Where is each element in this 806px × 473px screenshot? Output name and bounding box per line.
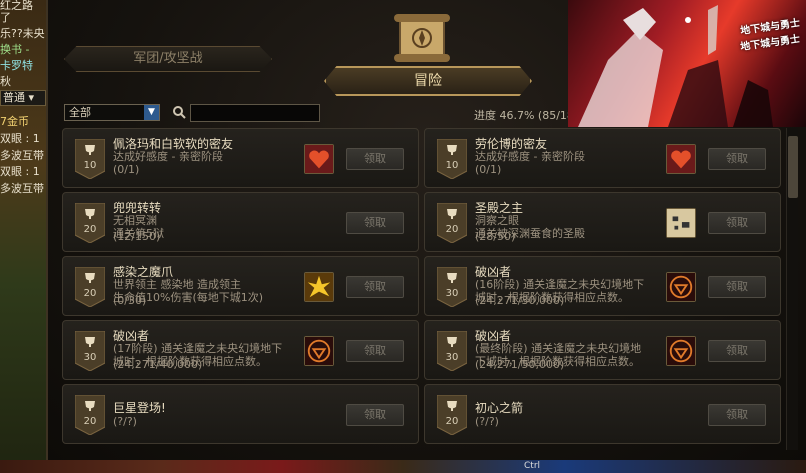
achievement-card: 30 破凶者 (16阶段) 通关逢魔之未央幻境地下 城时，根据阶数获得相应点数。 (24… [424, 256, 781, 316]
achievement-card: 30 破凶者 (17阶段) 通关逢魔之未央幻境地下 城时，根据阶数获得相应点数。 (24… [62, 320, 419, 380]
points-value: 20 [83, 224, 97, 235]
achievement-desc: 达成好感度 - 亲密阶段 [113, 150, 223, 163]
claim-button[interactable]: 领取 [708, 212, 766, 234]
trophy-badge-icon: 10 [74, 138, 106, 180]
game-banner: 地下城与勇士 地下城与勇士 [568, 0, 806, 127]
achievement-card: 20 圣殿之主 洞察之眼 通关被深渊蚕食的圣殿 (28/50) 领取 [424, 192, 781, 252]
achievement-card: 20 初心之箭 (?/?) 领取 [424, 384, 781, 444]
desc-line-1: (最终阶段) 通关逢魔之未央幻境地 [475, 342, 642, 355]
tab-legion[interactable]: 军团/攻坚战 [64, 46, 272, 72]
claim-button[interactable]: 领取 [346, 276, 404, 298]
search-icon[interactable] [172, 105, 186, 119]
chevron-down-icon[interactable]: ▼ [144, 105, 159, 120]
achievement-card: 30 破凶者 (最终阶段) 通关逢魔之未央幻境地 下城时，根据阶数获得相应点数。 (24… [424, 320, 781, 380]
desc-line-1: 达成好感度 - 亲密阶段 [113, 150, 223, 163]
category-filter-value: 全部 [69, 106, 91, 119]
scrollbar[interactable] [786, 128, 798, 450]
emblem-icon [666, 272, 696, 302]
chat-line: 换书 - [0, 43, 30, 56]
chat-line: 7金币 [0, 115, 29, 128]
claim-button[interactable]: 领取 [346, 212, 404, 234]
points-value: 20 [445, 416, 459, 427]
trophy-badge-icon: 20 [436, 394, 468, 436]
claim-button[interactable]: 领取 [708, 148, 766, 170]
achievement-progress: (24,271/30,000) [475, 294, 565, 307]
chat-line: 了 [0, 11, 11, 24]
trophy-badge-icon: 20 [436, 202, 468, 244]
heart-icon [304, 144, 334, 174]
achievement-progress: (24,271/40,000) [113, 358, 203, 371]
achievement-grid: 10 佩洛玛和白软软的密友 达成好感度 - 亲密阶段 (0/1) 领取 10 劳伦博的密友达… [62, 128, 782, 450]
achievement-progress: (?/?) [113, 415, 137, 428]
claim-button[interactable]: 领取 [708, 404, 766, 426]
trophy-badge-icon: 20 [74, 202, 106, 244]
achievement-card: 10 佩洛玛和白软软的密友 达成好感度 - 亲密阶段 (0/1) 领取 [62, 128, 419, 188]
points-value: 20 [83, 416, 97, 427]
chat-mode-label: 普通 [3, 91, 25, 104]
progress-text: 进度 46.7% (85/182 [474, 109, 581, 122]
map-icon [666, 208, 696, 238]
trophy-badge-icon: 10 [436, 138, 468, 180]
taskbar-ctrl-label: Ctrl [524, 461, 541, 471]
achievement-title: 巨星登场! [113, 401, 166, 415]
desc-line-1: (16阶段) 通关逢魔之未央幻境地下 [475, 278, 645, 291]
burst-icon [304, 272, 334, 302]
chat-line: 多波互带 [0, 182, 44, 195]
scroll-icon [394, 14, 450, 62]
scroll-thumb[interactable] [788, 136, 798, 198]
trophy-badge-icon: 30 [436, 266, 468, 308]
points-value: 30 [83, 352, 97, 363]
points-value: 20 [445, 224, 459, 235]
desc-line-1: 达成好感度 - 亲密阶段 [475, 150, 585, 163]
achievement-progress: (0/1) [475, 163, 502, 176]
chat-line: 双眼 : 1 [0, 132, 40, 145]
trophy-badge-icon: 30 [436, 330, 468, 372]
chat-line: 卡罗特 [0, 59, 33, 72]
points-value: 20 [83, 288, 97, 299]
points-value: 10 [445, 160, 459, 171]
game-taskbar: Ctrl [0, 460, 806, 473]
desc-line-1: 世界领主 感染地 造成领主 [113, 278, 241, 291]
desc-line-1: 无相冥渊 [113, 214, 157, 227]
claim-button[interactable]: 领取 [346, 148, 404, 170]
chat-line: 秋 [0, 75, 11, 88]
chat-panel: 红之路 了 乐??未央 换书 - 卡罗特 秋 普通 ▾ 7金币 双眼 : 1 多… [0, 0, 46, 473]
achievement-progress: (24,271/50,000) [475, 358, 565, 371]
achievement-card: 10 劳伦博的密友 达成好感度 - 亲密阶段 (0/1) 领取 [424, 128, 781, 188]
chat-line: 多波互带 [0, 149, 44, 162]
achievement-progress: (0/1) [113, 163, 140, 176]
trophy-badge-icon: 30 [74, 330, 106, 372]
tab-adventure[interactable]: 冒险 [324, 66, 532, 96]
achievement-title: 初心之箭 [475, 401, 524, 415]
achievement-progress: (?/?) [475, 415, 499, 428]
achievement-progress: (12/150) [113, 230, 161, 243]
desc-line-1: 洞察之眼 [475, 214, 519, 227]
achievement-card: 20 巨星登场! (?/?) 领取 [62, 384, 419, 444]
achievement-progress: (28/50) [475, 230, 516, 243]
category-filter[interactable]: 全部 ▼ [64, 104, 160, 121]
heart-icon [666, 144, 696, 174]
search-input[interactable] [190, 104, 320, 122]
claim-button[interactable]: 领取 [708, 276, 766, 298]
achievement-desc: 达成好感度 - 亲密阶段 [475, 150, 585, 163]
trophy-badge-icon: 20 [74, 394, 106, 436]
emblem-icon [666, 336, 696, 366]
claim-button[interactable]: 领取 [346, 404, 404, 426]
claim-button[interactable]: 领取 [346, 340, 404, 362]
achievement-card: 20 兜兜转转 无相冥渊 通关第5狱 (12/150) 领取 [62, 192, 419, 252]
chat-line: 乐??未央 [0, 27, 45, 40]
points-value: 10 [83, 160, 97, 171]
chat-line: 双眼 : 1 [0, 165, 40, 178]
desc-line-1: (17阶段) 通关逢魔之未央幻境地下 [113, 342, 283, 355]
achievement-card: 20 感染之魔爪 世界领主 感染地 造成领主 生命值10%伤害(每地下城1次) (0/3… [62, 256, 419, 316]
emblem-icon [304, 336, 334, 366]
achievement-progress: (0/30) [113, 294, 147, 307]
claim-button[interactable]: 领取 [708, 340, 766, 362]
points-value: 30 [445, 352, 459, 363]
points-value: 30 [445, 288, 459, 299]
chat-mode-select[interactable]: 普通 ▾ [0, 90, 46, 106]
trophy-badge-icon: 20 [74, 266, 106, 308]
